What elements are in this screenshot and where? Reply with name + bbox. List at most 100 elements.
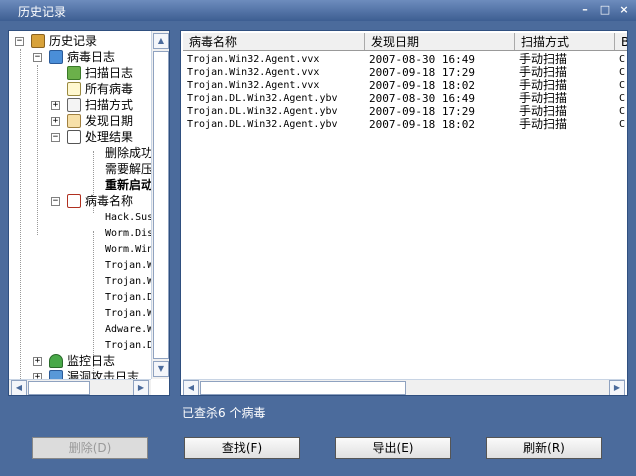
tree-node-label: 发现日期 bbox=[85, 114, 134, 128]
history-folder-icon bbox=[31, 34, 45, 48]
tree-leaf-label: Trojan.D bbox=[105, 292, 151, 303]
table-row[interactable]: Trojan.Win32.Agent.vvx 2007-09-18 17:29 … bbox=[183, 66, 627, 79]
scroll-up-icon[interactable]: ▲ bbox=[153, 33, 169, 49]
calendar-icon bbox=[67, 114, 81, 128]
tree-node-label: 处理结果 bbox=[85, 130, 134, 144]
scroll-thumb[interactable] bbox=[28, 381, 90, 395]
cell-scan-method: 手动扫描 bbox=[519, 53, 568, 66]
table-row[interactable]: Trojan.DL.Win32.Agent.ybv 2007-09-18 18:… bbox=[183, 118, 627, 131]
tree-node-scan-method[interactable]: + 扫描方式 bbox=[49, 97, 151, 113]
tree-leaf-label: 需要解压 bbox=[105, 162, 151, 176]
virus-name-icon bbox=[67, 194, 81, 208]
cell-extra: C bbox=[619, 80, 626, 91]
scan-log-icon bbox=[67, 66, 81, 80]
close-icon[interactable]: × bbox=[617, 3, 631, 17]
window-title: 历史记录 bbox=[18, 5, 67, 19]
cell-virus-name: Trojan.Win32.Agent.vvx bbox=[187, 54, 320, 65]
refresh-button[interactable]: 刷新(R) bbox=[486, 437, 602, 459]
scroll-down-icon[interactable]: ▼ bbox=[153, 361, 169, 377]
tree-leaf-label: Trojan.D bbox=[105, 340, 151, 351]
scroll-left-icon[interactable]: ◀ bbox=[183, 380, 199, 395]
tree-leaf-label: 重新启动 bbox=[105, 178, 151, 192]
table-row[interactable]: Trojan.Win32.Agent.vvx 2007-09-18 18:02 … bbox=[183, 79, 627, 92]
tree-node-label: 历史记录 bbox=[49, 34, 98, 48]
column-header-virus-name[interactable]: 病毒名称 bbox=[183, 33, 365, 50]
tree-node-found-date[interactable]: + 发现日期 bbox=[49, 113, 151, 129]
title-bar[interactable]: 历史记录 – □ × bbox=[0, 0, 636, 21]
table-row[interactable]: Trojan.DL.Win32.Agent.ybv 2007-09-18 17:… bbox=[183, 105, 627, 118]
status-text: 已查杀6 个病毒 bbox=[182, 406, 266, 420]
tree-leaf-label: Adware.W bbox=[105, 324, 151, 335]
category-tree-panel: − 历史记录 − 病毒日志 扫描日志 所有病毒 + 扫描方式 + 发现日期 − … bbox=[8, 30, 170, 396]
cell-virus-name: Trojan.DL.Win32.Agent.ybv bbox=[187, 93, 338, 104]
tree-node-result[interactable]: − 处理结果 bbox=[49, 129, 151, 145]
cell-virus-name: Trojan.DL.Win32.Agent.ybv bbox=[187, 119, 338, 130]
virus-list-panel: 病毒名称 发现日期 扫描方式 B Trojan.Win32.Agent.vvx … bbox=[180, 30, 628, 396]
scroll-right-icon[interactable]: ▶ bbox=[609, 380, 625, 395]
expand-icon[interactable]: + bbox=[33, 357, 42, 366]
tree-node-virus-name[interactable]: − 病毒名称 bbox=[49, 193, 151, 209]
tree-node-label: 病毒名称 bbox=[85, 194, 134, 208]
scroll-right-icon[interactable]: ▶ bbox=[133, 380, 149, 395]
cell-virus-name: Trojan.Win32.Agent.vvx bbox=[187, 67, 320, 78]
cell-found-date: 2007-09-18 17:29 bbox=[369, 66, 475, 79]
scroll-thumb[interactable] bbox=[200, 381, 406, 395]
tree-node-label: 监控日志 bbox=[67, 354, 116, 368]
tree-node-label: 扫描日志 bbox=[85, 66, 134, 80]
tree-node-virus-log[interactable]: − 病毒日志 bbox=[31, 49, 151, 65]
cell-found-date: 2007-08-30 16:49 bbox=[369, 53, 475, 66]
cell-extra: C bbox=[619, 119, 626, 130]
cell-extra: C bbox=[619, 54, 626, 65]
tree-leaf-label: Trojan.W bbox=[105, 276, 151, 287]
list-horizontal-scrollbar[interactable]: ◀ ▶ bbox=[183, 379, 625, 395]
tree-node-vuln-log[interactable]: + 漏洞攻击日志 bbox=[31, 369, 151, 379]
document-icon bbox=[67, 82, 81, 96]
collapse-icon[interactable]: − bbox=[51, 197, 60, 206]
collapse-icon[interactable]: − bbox=[33, 53, 42, 62]
category-tree: − 历史记录 − 病毒日志 扫描日志 所有病毒 + 扫描方式 + 发现日期 − … bbox=[9, 31, 151, 379]
column-header-found-date[interactable]: 发现日期 bbox=[365, 33, 515, 50]
expand-icon[interactable]: + bbox=[51, 117, 60, 126]
tree-node-all-viruses[interactable]: 所有病毒 bbox=[49, 81, 151, 97]
scroll-left-icon[interactable]: ◀ bbox=[11, 380, 27, 395]
tree-node-monitor-log[interactable]: + 监控日志 bbox=[31, 353, 151, 369]
restore-icon[interactable]: □ bbox=[598, 3, 612, 17]
cell-scan-method: 手动扫描 bbox=[519, 118, 568, 131]
export-button[interactable]: 导出(E) bbox=[335, 437, 451, 459]
tree-leaf-label: Trojan.W bbox=[105, 308, 151, 319]
tree-leaf-label: Hack.Sus bbox=[105, 212, 151, 223]
tree-vertical-scrollbar[interactable]: ▲ ▼ bbox=[151, 31, 169, 379]
find-button[interactable]: 查找(F) bbox=[184, 437, 300, 459]
cell-extra: C bbox=[619, 106, 626, 117]
cell-virus-name: Trojan.DL.Win32.Agent.ybv bbox=[187, 106, 338, 117]
tree-horizontal-scrollbar[interactable]: ◀ ▶ bbox=[9, 379, 151, 395]
expand-icon[interactable]: + bbox=[51, 101, 60, 110]
column-header-scan-method[interactable]: 扫描方式 bbox=[515, 33, 615, 50]
tree-node-scan-log[interactable]: 扫描日志 bbox=[49, 65, 151, 81]
collapse-icon[interactable]: − bbox=[15, 37, 24, 46]
cell-found-date: 2007-09-18 18:02 bbox=[369, 79, 475, 92]
cell-found-date: 2007-09-18 17:29 bbox=[369, 105, 475, 118]
cell-extra: C bbox=[619, 93, 626, 104]
cell-scan-method: 手动扫描 bbox=[519, 92, 568, 105]
table-row[interactable]: Trojan.Win32.Agent.vvx 2007-08-30 16:49 … bbox=[183, 53, 627, 66]
scroll-thumb[interactable] bbox=[153, 51, 169, 359]
cell-found-date: 2007-09-18 18:02 bbox=[369, 118, 475, 131]
list-header: 病毒名称 发现日期 扫描方式 B bbox=[183, 33, 627, 51]
tree-node-root[interactable]: − 历史记录 bbox=[13, 33, 151, 49]
vuln-log-icon bbox=[49, 370, 63, 379]
delete-button[interactable]: 删除(D) bbox=[32, 437, 148, 459]
collapse-icon[interactable]: − bbox=[51, 133, 60, 142]
tree-guide bbox=[20, 49, 21, 379]
tree-leaf-label: Worm.Win bbox=[105, 244, 151, 255]
virus-log-icon bbox=[49, 50, 63, 64]
table-row[interactable]: Trojan.DL.Win32.Agent.ybv 2007-08-30 16:… bbox=[183, 92, 627, 105]
tree-leaf-label: 删除成功 bbox=[105, 146, 151, 160]
minimize-icon[interactable]: – bbox=[578, 3, 592, 17]
cell-scan-method: 手动扫描 bbox=[519, 66, 568, 79]
tree-node-label: 扫描方式 bbox=[85, 98, 134, 112]
cell-scan-method: 手动扫描 bbox=[519, 79, 568, 92]
column-header-extra[interactable]: B bbox=[615, 33, 627, 50]
tree-node-label: 病毒日志 bbox=[67, 50, 116, 64]
cell-found-date: 2007-08-30 16:49 bbox=[369, 92, 475, 105]
